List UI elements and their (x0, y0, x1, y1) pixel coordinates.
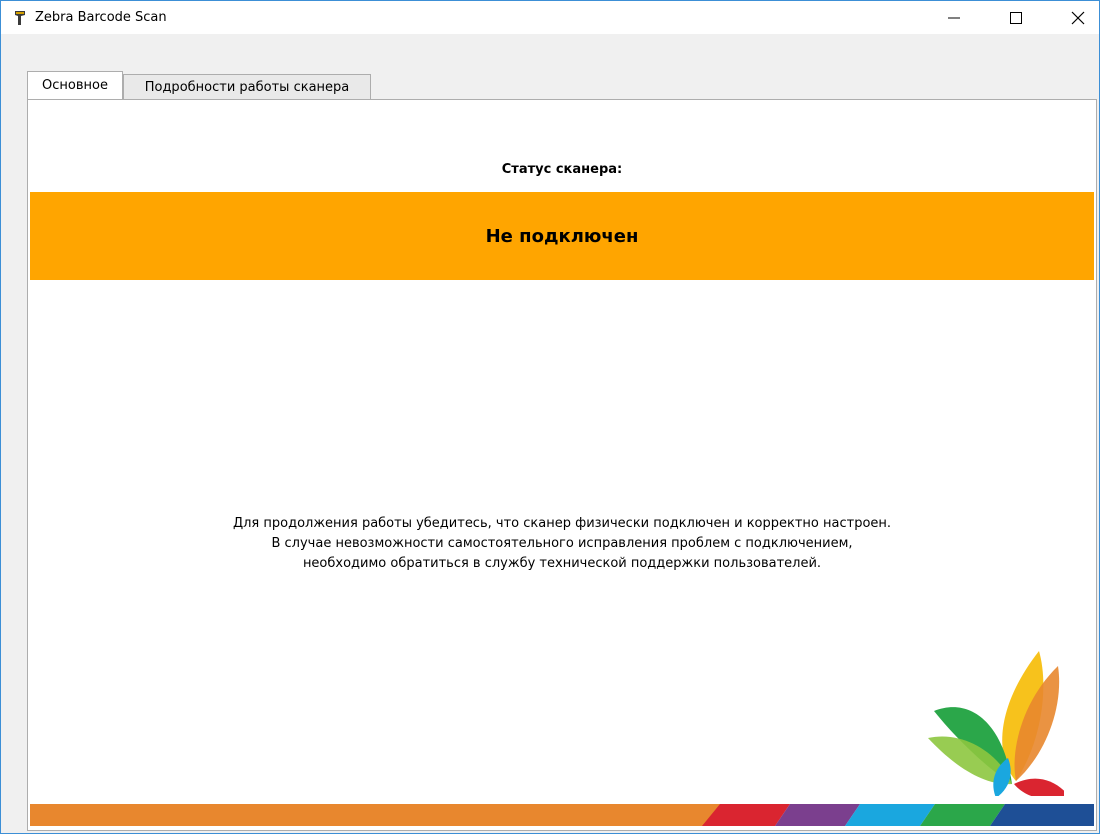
window-title: Zebra Barcode Scan (35, 10, 167, 25)
help-message-line: Для продолжения работы убедитесь, что ск… (232, 516, 892, 531)
title-bar[interactable]: Zebra Barcode Scan (1, 1, 1099, 34)
maximize-icon (1010, 11, 1022, 24)
status-label: Статус сканера: (501, 162, 623, 177)
maximize-button[interactable] (993, 1, 1039, 34)
butterfly-logo-icon (928, 651, 1064, 796)
help-message-line: В случае невозможности самостоятельного … (271, 536, 853, 551)
barcode-scanner-icon (15, 11, 25, 25)
close-icon (1071, 11, 1085, 24)
minimize-button[interactable] (931, 1, 977, 34)
tab-label: Подробности работы сканера (144, 79, 350, 95)
brand-color-stripe (30, 804, 1094, 826)
tab-label: Основное (42, 78, 108, 93)
close-button[interactable] (1055, 1, 1101, 34)
tab-scanner-details[interactable]: Подробности работы сканера (123, 74, 371, 99)
status-banner: Не подключен (30, 192, 1094, 280)
help-message-line: необходимо обратиться в службу техническ… (302, 556, 822, 571)
status-value: Не подключен (485, 225, 639, 247)
help-message: Для продолжения работы убедитесь, что ск… (28, 514, 1096, 574)
tab-panel: Статус сканера: Не подключен Для продолж… (27, 99, 1097, 831)
tab-main[interactable]: Основное (27, 71, 123, 99)
minimize-icon (948, 17, 960, 18)
app-window: Zebra Barcode Scan Основное Подробности … (0, 0, 1100, 834)
